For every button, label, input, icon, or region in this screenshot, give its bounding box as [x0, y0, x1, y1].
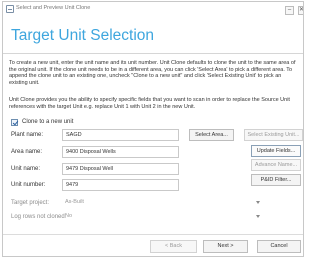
- pid-filter-button[interactable]: P&ID Filter...: [251, 174, 301, 186]
- update-fields-button[interactable]: Update Fields...: [251, 145, 301, 157]
- select-existing-unit-button[interactable]: Select Existing Unit...: [244, 129, 303, 141]
- log-rows-value: No: [65, 213, 73, 219]
- close-button[interactable]: ✕: [298, 6, 303, 15]
- back-button[interactable]: < Back: [150, 240, 197, 253]
- clone-to-new-unit-label: Clone to a new unit: [22, 119, 74, 125]
- plant-name-field[interactable]: SAGD: [62, 129, 179, 141]
- unit-name-label: Unit name:: [11, 166, 41, 172]
- clone-to-new-unit-checkbox[interactable]: [11, 118, 18, 126]
- chevron-down-icon: [256, 201, 260, 204]
- app-window-icon: [6, 5, 14, 13]
- intro-paragraph-2: Unit Clone provides you the ability to s…: [9, 97, 290, 110]
- intro-paragraph-1: To create a new unit, enter the unit nam…: [9, 60, 296, 86]
- unit-name-field[interactable]: 9479 Disposal Well: [62, 163, 179, 175]
- heading-divider: [3, 53, 303, 54]
- page-title: Target Unit Selection: [11, 27, 155, 44]
- plant-name-label: Plant name:: [11, 132, 44, 138]
- clone-to-new-unit-option[interactable]: Clone to a new unit: [11, 117, 73, 127]
- unit-clone-dialog: Select and Preview Unit Clone – ✕ Target…: [2, 1, 304, 257]
- cancel-button[interactable]: Cancel: [257, 240, 301, 253]
- unit-number-field[interactable]: 9479: [62, 179, 179, 191]
- area-name-field[interactable]: 9400 Disposal Wells: [62, 146, 179, 158]
- chevron-down-icon: [256, 215, 260, 218]
- select-area-button[interactable]: Select Area...: [189, 129, 234, 141]
- target-project-label: Target project:: [11, 200, 50, 206]
- minimize-button[interactable]: –: [285, 6, 294, 15]
- footer-divider: [3, 234, 303, 235]
- area-name-label: Area name:: [11, 149, 43, 155]
- unit-number-label: Unit number:: [11, 182, 46, 188]
- target-project-value: As-Built: [65, 199, 84, 205]
- title-bar: Select and Preview Unit Clone – ✕: [3, 2, 303, 18]
- next-button[interactable]: Next >: [203, 240, 248, 253]
- log-rows-label: Log rows not cloned:: [11, 214, 67, 220]
- window-title: Select and Preview Unit Clone: [16, 5, 91, 11]
- log-rows-select[interactable]: No: [62, 211, 262, 222]
- target-project-select[interactable]: As-Built: [62, 197, 262, 208]
- advance-name-button[interactable]: Advance Name...: [251, 159, 301, 171]
